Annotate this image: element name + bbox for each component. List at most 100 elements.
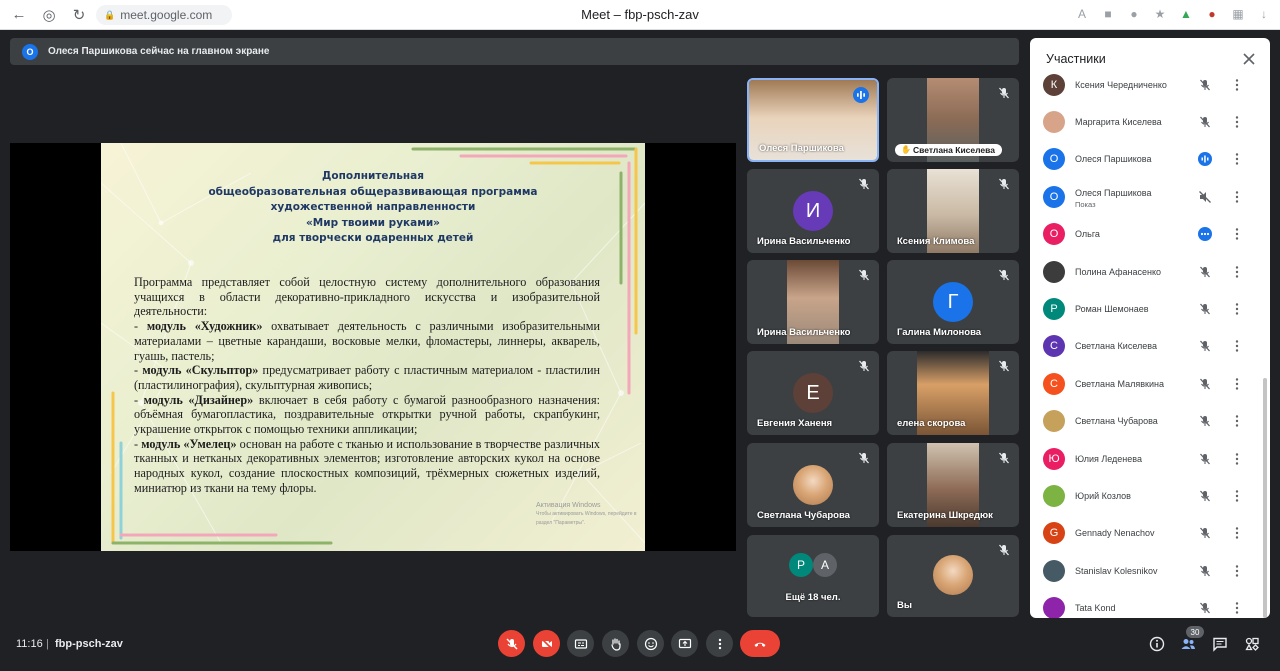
participant-tile[interactable]: И Ирина Васильченко: [747, 169, 879, 253]
mic-muted-icon: [1198, 601, 1212, 615]
more-vert-icon[interactable]: [1234, 78, 1240, 92]
participant-row[interactable]: О Олеся Паршикова: [1030, 141, 1270, 178]
mic-muted-icon: [1198, 302, 1212, 316]
back-icon[interactable]: ←: [8, 4, 30, 26]
mic-muted-icon: [857, 359, 871, 373]
activities-icon[interactable]: [1244, 636, 1260, 652]
camera-icon[interactable]: ■: [1100, 6, 1116, 22]
leave-call-button[interactable]: [740, 630, 780, 657]
participant-tile[interactable]: Г Галина Милонова: [887, 260, 1019, 344]
more-vert-icon[interactable]: [1234, 190, 1240, 204]
info-icon[interactable]: [1149, 636, 1165, 652]
more-vert-icon[interactable]: [1234, 152, 1240, 166]
slide-heading-line: Дополнительная: [322, 170, 424, 182]
captions-button[interactable]: [567, 630, 594, 657]
more-vert-icon[interactable]: [1234, 414, 1240, 428]
mic-muted-icon: [1198, 377, 1212, 391]
shield-extension-icon[interactable]: ▲: [1178, 6, 1194, 22]
participant-row[interactable]: О Олеся Паршикова Показ: [1030, 178, 1270, 215]
participant-tile[interactable]: Е Евгения Ханеня: [747, 351, 879, 435]
participant-tile[interactable]: Р А Ещё 18 чел.: [747, 535, 879, 617]
emoji-icon: [644, 637, 657, 650]
participant-row[interactable]: К Ксения Чередниченко: [1030, 66, 1270, 103]
participant-row[interactable]: Юрий Козлов: [1030, 477, 1270, 514]
mic-muted-icon: [1198, 489, 1212, 503]
participant-row[interactable]: Р Роман Шемонаев: [1030, 290, 1270, 327]
browser-toolbar: ← ◎ ↻ 🔒 meet.google.com Meet – fbp-psch-…: [0, 0, 1280, 30]
participant-row[interactable]: Ю Юлия Леденева: [1030, 440, 1270, 477]
participants-scrollbar[interactable]: [1263, 378, 1267, 618]
participant-avatar: К: [1043, 73, 1065, 96]
participant-tile[interactable]: Ксения Климова: [887, 169, 1019, 253]
more-vert-icon[interactable]: [1234, 265, 1240, 279]
extensions-icon[interactable]: ▦: [1230, 6, 1246, 22]
more-vert-icon[interactable]: [1234, 377, 1240, 391]
more-vert-icon[interactable]: [1234, 489, 1240, 503]
participant-tile[interactable]: Олеся Паршикова: [747, 78, 879, 162]
translate-icon[interactable]: A: [1074, 6, 1090, 22]
captions-icon: [574, 638, 587, 649]
more-horiz-icon[interactable]: [1198, 227, 1212, 242]
participant-tile[interactable]: елена скорова: [887, 351, 1019, 435]
close-icon[interactable]: [1242, 52, 1256, 66]
participant-tile[interactable]: Вы: [887, 535, 1019, 617]
hand-icon: [610, 637, 621, 651]
forward-icon[interactable]: ◎: [38, 4, 60, 26]
more-vert-icon[interactable]: [1234, 302, 1240, 316]
participant-avatar: С: [1043, 335, 1065, 358]
participant-row[interactable]: Полина Афанасенко: [1030, 253, 1270, 290]
mic-muted-icon: [1198, 115, 1212, 129]
reactions-button[interactable]: [637, 630, 664, 657]
participant-name: Светлана Малявкина: [1075, 378, 1164, 389]
more-vert-icon[interactable]: [1234, 452, 1240, 466]
address-bar[interactable]: 🔒 meet.google.com: [96, 5, 232, 25]
participant-tile-name: елена скорова: [897, 418, 966, 429]
more-vert-icon[interactable]: [1234, 601, 1240, 615]
more-vert-icon[interactable]: [1234, 115, 1240, 129]
participant-row[interactable]: С Светлана Малявкина: [1030, 365, 1270, 402]
download-icon[interactable]: ↓: [1256, 6, 1272, 22]
mic-muted-icon: [997, 451, 1011, 465]
participant-name: Ксения Чередниченко: [1075, 79, 1167, 90]
mic-muted-icon: [1198, 339, 1212, 353]
more-vert-icon[interactable]: [1234, 564, 1240, 578]
mic-muted-icon: [857, 451, 871, 465]
participant-row[interactable]: Tata Kond: [1030, 589, 1270, 618]
participant-name: Роман Шемонаев: [1075, 304, 1149, 315]
more-vert-icon[interactable]: [1234, 526, 1240, 540]
participant-name: Светлана Киселева: [1075, 341, 1157, 352]
people-icon[interactable]: [1180, 636, 1196, 652]
bookmark-icon[interactable]: ★: [1152, 6, 1168, 22]
participant-avatar: [1043, 559, 1065, 582]
extension-avatar-icon[interactable]: ●: [1204, 6, 1220, 22]
participant-row[interactable]: С Светлана Киселева: [1030, 328, 1270, 365]
mic-muted-icon: [1198, 564, 1212, 578]
participant-row[interactable]: Stanislav Kolesnikov: [1030, 552, 1270, 589]
more-options-button[interactable]: [706, 630, 733, 657]
camera-toggle-button[interactable]: [533, 630, 560, 657]
watermark-title: Активация Windows: [536, 502, 601, 509]
reload-icon[interactable]: ↻: [68, 4, 90, 26]
more-vert-icon[interactable]: [1234, 339, 1240, 353]
participant-tile[interactable]: Светлана Чубарова: [747, 443, 879, 527]
participant-avatar: С: [1043, 372, 1065, 395]
participants-panel-title: Участники: [1046, 52, 1106, 66]
participant-tile[interactable]: Светлана Киселева ✋: [887, 78, 1019, 162]
participant-tile[interactable]: Екатерина Шкредюк: [887, 443, 1019, 527]
present-screen-button[interactable]: [671, 630, 698, 657]
participant-row[interactable]: G Gennady Nenachov: [1030, 515, 1270, 552]
participant-row[interactable]: Светлана Чубарова: [1030, 403, 1270, 440]
chat-icon[interactable]: [1212, 636, 1228, 652]
mic-icon[interactable]: ●: [1126, 6, 1142, 22]
mic-muted-icon: [1198, 452, 1212, 466]
participant-row[interactable]: Маргарита Киселева: [1030, 103, 1270, 140]
participant-row[interactable]: О Ольга: [1030, 216, 1270, 253]
mic-muted-icon: [1198, 265, 1212, 279]
participant-subtitle: Показ: [1075, 200, 1096, 210]
mic-toggle-button[interactable]: [498, 630, 525, 657]
participant-tile-name: Светлана Киселева ✋: [895, 144, 1002, 156]
participant-tile[interactable]: Ирина Васильченко: [747, 260, 879, 344]
clock: 11:16: [16, 638, 43, 650]
raise-hand-button[interactable]: [602, 630, 629, 657]
more-vert-icon[interactable]: [1234, 227, 1240, 241]
